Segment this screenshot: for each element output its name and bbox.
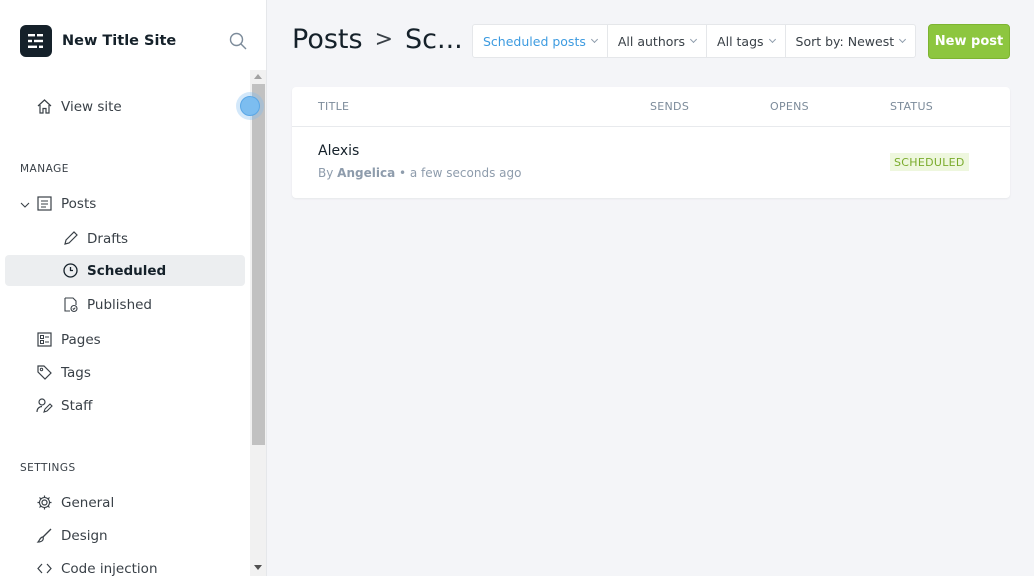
sidebar-item-published[interactable]: Published xyxy=(5,289,245,320)
sort-select[interactable]: Sort by: Newest xyxy=(786,25,916,57)
filter-bar: Scheduled posts All authors All tags Sor… xyxy=(472,24,917,58)
sidebar-item-view-site[interactable]: View site xyxy=(5,91,245,122)
published-icon xyxy=(61,296,79,314)
sidebar-item-label: Pages xyxy=(61,331,101,348)
touch-cursor-indicator xyxy=(236,92,264,120)
brush-icon xyxy=(35,527,53,545)
chevron-down-icon[interactable] xyxy=(20,198,30,208)
sidebar-scrollbar[interactable] xyxy=(250,70,266,576)
site-header: New Title Site xyxy=(20,25,250,57)
filter-authors-label: All authors xyxy=(617,33,686,49)
sidebar-item-label: Staff xyxy=(61,397,93,414)
chevron-down-icon xyxy=(768,35,776,44)
filter-tags-label: All tags xyxy=(717,33,764,49)
sidebar-item-tags[interactable]: Tags xyxy=(5,357,245,388)
post-by-label: By xyxy=(318,166,334,180)
column-header-status: STATUS xyxy=(890,100,934,113)
code-icon xyxy=(35,560,53,576)
sidebar-item-label: Drafts xyxy=(87,230,129,247)
post-author: Angelica xyxy=(337,166,396,180)
sort-label: Sort by: Newest xyxy=(795,33,895,49)
scroll-thumb[interactable] xyxy=(252,84,265,445)
new-post-button[interactable]: New post xyxy=(928,24,1010,59)
filter-post-type-select[interactable]: Scheduled posts xyxy=(473,25,608,57)
staff-icon xyxy=(35,397,53,415)
table-header: TITLE SENDS OPENS STATUS xyxy=(292,87,1010,127)
breadcrumb-current: Sc... xyxy=(405,24,463,55)
column-header-title: TITLE xyxy=(318,100,350,113)
clock-icon xyxy=(61,262,79,280)
table-row[interactable]: Alexis By Angelica • a few seconds ago S… xyxy=(292,127,1010,198)
sidebar-item-label: Scheduled xyxy=(87,262,167,279)
sidebar-item-label: Published xyxy=(87,296,152,313)
sidebar-item-design[interactable]: Design xyxy=(5,520,245,551)
sidebar-item-label: Design xyxy=(61,527,108,544)
filter-authors-select[interactable]: All authors xyxy=(608,25,708,57)
post-time: • a few seconds ago xyxy=(399,166,522,180)
site-title[interactable]: New Title Site xyxy=(62,33,176,49)
sidebar-item-label: View site xyxy=(61,98,122,115)
column-header-sends: SENDS xyxy=(650,100,690,113)
filter-tags-select[interactable]: All tags xyxy=(707,25,786,57)
sidebar-item-code-injection[interactable]: Code injection xyxy=(5,553,245,576)
sidebar-item-label: Code injection xyxy=(61,560,158,576)
search-icon[interactable] xyxy=(229,32,247,50)
scroll-up-arrow-icon[interactable] xyxy=(254,74,262,79)
site-logo-icon[interactable] xyxy=(20,25,52,57)
pencil-icon xyxy=(61,230,79,248)
scroll-down-arrow-icon[interactable] xyxy=(254,565,262,570)
page-title[interactable]: Posts xyxy=(292,24,363,55)
column-header-opens: OPENS xyxy=(770,100,809,113)
home-icon xyxy=(35,98,53,116)
pages-icon xyxy=(35,331,53,349)
sidebar-item-scheduled[interactable]: Scheduled xyxy=(5,255,245,286)
posts-table: TITLE SENDS OPENS STATUS Alexis By Angel… xyxy=(292,87,1010,198)
status-badge: SCHEDULED xyxy=(890,153,969,171)
sidebar-item-general[interactable]: General xyxy=(5,487,245,518)
post-meta: By Angelica • a few seconds ago xyxy=(318,166,521,180)
breadcrumb: Posts > Sc... xyxy=(292,24,463,55)
post-title[interactable]: Alexis xyxy=(318,143,359,159)
sidebar-item-label: General xyxy=(61,494,115,511)
sidebar-item-posts[interactable]: Posts xyxy=(5,188,245,219)
tag-icon xyxy=(35,364,53,382)
posts-icon xyxy=(35,195,53,213)
sidebar-item-label: Posts xyxy=(61,195,97,212)
chevron-down-icon xyxy=(590,35,598,44)
section-label-manage: MANAGE xyxy=(20,163,69,175)
section-label-settings: SETTINGS xyxy=(20,462,76,474)
chevron-down-icon xyxy=(899,35,907,44)
sidebar: New Title Site View site MANAGE Posts Dr… xyxy=(0,0,267,576)
filter-post-type-label: Scheduled posts xyxy=(483,33,586,49)
sidebar-item-staff[interactable]: Staff xyxy=(5,390,245,421)
sidebar-item-pages[interactable]: Pages xyxy=(5,324,245,355)
breadcrumb-separator: > xyxy=(374,27,393,52)
sidebar-item-label: Tags xyxy=(61,364,91,381)
sidebar-item-drafts[interactable]: Drafts xyxy=(5,223,245,254)
chevron-down-icon xyxy=(690,35,698,44)
gear-icon xyxy=(35,494,53,512)
